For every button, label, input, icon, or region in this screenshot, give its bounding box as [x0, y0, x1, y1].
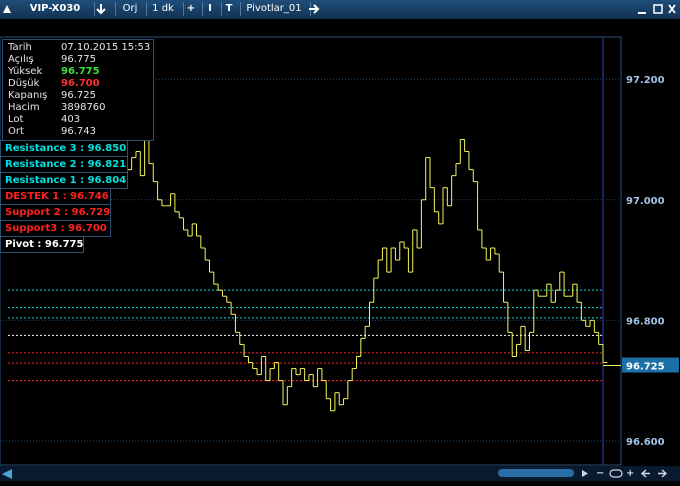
ohlc-label: Düşük	[8, 78, 40, 89]
zoom-out-icon[interactable]: −	[596, 466, 604, 481]
chart-scroll-bar: − +	[0, 466, 680, 481]
template-selector[interactable]: Pivotlar_01	[238, 2, 311, 16]
ohlc-label: Açılış	[8, 54, 34, 65]
ohlc-info-box: Tarih 07.10.2015 15:53 Açılış 96.775 Yük…	[2, 39, 154, 141]
trading-chart-window: VIP-X030 Orj 1 dk + I T Pivotlar_01 97.2…	[0, 0, 680, 481]
resistance-3-label: Resistance 3 : 96.850	[0, 140, 128, 157]
ohlc-value: 96.725	[61, 90, 96, 101]
price-tick-label: 97.000	[626, 196, 665, 207]
ohlc-value: 3898760	[61, 102, 106, 113]
price-tick-label: 96.800	[626, 316, 665, 327]
ohlc-label: Tarih	[8, 42, 32, 53]
scroll-right-icon[interactable]	[580, 466, 590, 481]
ohlc-label: Kapanış	[8, 90, 48, 101]
close-icon[interactable]	[666, 2, 678, 16]
resistance-1-label: Resistance 1 : 96.804	[0, 172, 128, 189]
price-tick-label: 97.200	[626, 75, 665, 86]
pivot-label: Pivot : 96.775	[0, 236, 84, 253]
ohlc-value: 403	[61, 114, 81, 125]
pan-right-icon[interactable]	[656, 466, 668, 481]
ohlc-label: Lot	[8, 114, 24, 125]
support-3-label: Support3 : 96.700	[0, 220, 111, 237]
resistance-2-label: Resistance 2 : 96.821	[0, 156, 128, 173]
ohlc-value: 07.10.2015 15:53	[61, 42, 151, 53]
chart-toolbar: VIP-X030 Orj 1 dk + I T Pivotlar_01	[0, 0, 680, 20]
ohlc-label: Yüksek	[8, 66, 43, 77]
current-price-label: 96.725	[626, 362, 665, 373]
price-tick-label: 96.600	[626, 437, 665, 448]
reset-zoom-icon[interactable]	[609, 466, 623, 481]
scroll-thumb[interactable]	[498, 469, 574, 477]
ohlc-label: Hacim	[8, 102, 40, 113]
download-arrow-icon[interactable]	[91, 2, 116, 16]
support-2-label: Support 2 : 96.729	[0, 204, 111, 221]
menu-triangle-icon[interactable]	[2, 4, 12, 18]
ohlc-label: Ort	[8, 126, 24, 137]
period-selector[interactable]: 1 dk	[143, 2, 184, 16]
ohlc-value: 96.775	[61, 66, 100, 77]
maximize-icon[interactable]	[652, 2, 664, 16]
ohlc-value: 96.743	[61, 126, 96, 137]
minimize-icon[interactable]	[636, 2, 650, 16]
pan-left-icon[interactable]	[640, 466, 652, 481]
destek-1-label: DESTEK 1 : 96.746	[0, 188, 111, 205]
zoom-in-icon[interactable]: +	[626, 466, 634, 481]
ohlc-value: 96.775	[61, 54, 96, 65]
next-arrow-icon[interactable]	[308, 2, 322, 16]
ohlc-value: 96.700	[61, 78, 100, 89]
symbol-selector[interactable]: VIP-X030	[16, 2, 95, 16]
scroll-left-icon[interactable]	[2, 469, 14, 484]
